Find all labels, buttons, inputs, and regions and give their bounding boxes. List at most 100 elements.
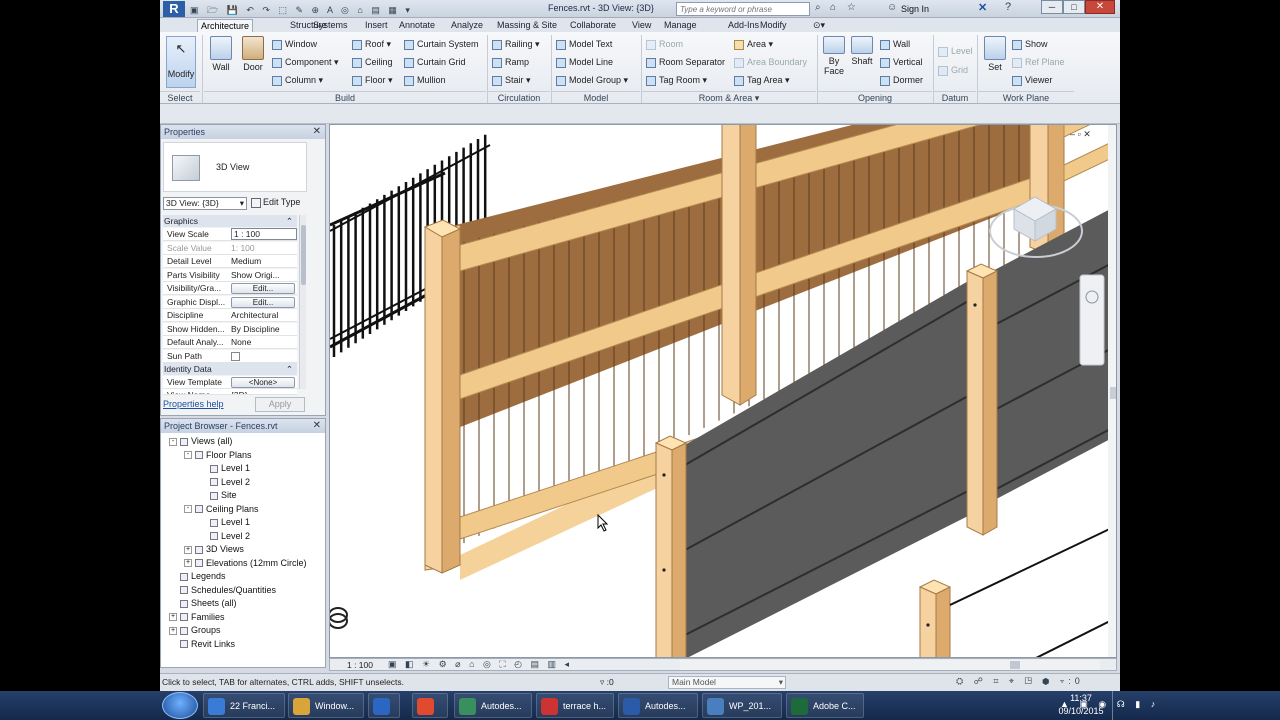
property-row[interactable]: Sun Path xyxy=(163,349,297,363)
ribbon-options-icon[interactable]: ⊙▾ xyxy=(810,19,828,32)
tree-item[interactable]: Legends xyxy=(169,570,226,583)
group-select[interactable]: Select xyxy=(160,91,200,103)
minimize-button[interactable]: ─ xyxy=(1041,0,1063,14)
tree-item[interactable]: Revit Links xyxy=(169,638,235,651)
property-row[interactable]: View Name {3D} xyxy=(163,389,297,395)
tab-collaborate[interactable]: Collaborate xyxy=(567,19,619,32)
ceiling-tool[interactable]: Ceiling xyxy=(352,55,393,69)
model-selector[interactable]: Main Model ▾ xyxy=(668,676,786,689)
search-input[interactable] xyxy=(676,2,810,16)
shaft-tool[interactable]: Shaft xyxy=(849,36,875,66)
collapse-icon[interactable]: - xyxy=(184,505,192,514)
grid-tool[interactable]: Grid xyxy=(938,63,968,77)
fence-model-drawing[interactable]: – ▫ ✕ xyxy=(330,125,1117,658)
quick-access-toolbar[interactable]: ▣ 🗁 💾 ↶ ↷ ⬚ ✎ ⊕ A ◎ ⌂ ▤ ▦ ▾ xyxy=(190,3,520,15)
sign-in-link[interactable]: Sign In xyxy=(901,4,929,14)
property-value[interactable]: 1 : 100 xyxy=(231,228,297,240)
tab-insert[interactable]: Insert xyxy=(362,19,391,32)
view-scale[interactable]: 1 : 100 xyxy=(347,660,373,670)
tab-systems[interactable]: Systems xyxy=(310,19,351,32)
roof-tool[interactable]: Roof ▾ xyxy=(352,37,391,51)
apply-button[interactable]: Apply xyxy=(255,397,305,412)
section-graphics[interactable]: Graphics ⌃ xyxy=(163,215,297,227)
sun-path-checkbox[interactable] xyxy=(231,350,297,363)
exchange-icon[interactable]: ✕ xyxy=(978,1,987,14)
view-template-button[interactable]: <None> xyxy=(231,377,295,388)
taskbar-app-button[interactable]: Adobe C... xyxy=(786,693,864,718)
taskbar-app-button[interactable] xyxy=(368,693,400,718)
tree-item[interactable]: Level 1 xyxy=(199,516,250,529)
ref-plane-tool[interactable]: Ref Plane xyxy=(1012,55,1065,69)
expand-icon[interactable]: + xyxy=(169,626,177,635)
tree-item[interactable]: - Ceiling Plans xyxy=(184,503,259,516)
railing-tool[interactable]: Railing ▾ xyxy=(492,37,540,51)
tree-item[interactable]: - Views (all) xyxy=(169,435,232,448)
curtain-grid-tool[interactable]: Curtain Grid xyxy=(404,55,466,69)
help-icon[interactable]: ? xyxy=(1005,1,1011,13)
expand-icon[interactable]: + xyxy=(169,613,177,622)
vertical-opening-tool[interactable]: Vertical xyxy=(880,55,923,69)
tree-item[interactable]: + Elevations (12mm Circle) xyxy=(184,557,307,570)
close-button[interactable]: ✕ xyxy=(1085,0,1115,14)
modify-tool[interactable]: ↖ Modify xyxy=(166,36,196,88)
taskbar-app-button[interactable]: 22 Franci... xyxy=(203,693,285,718)
window-tool[interactable]: Window xyxy=(272,37,317,51)
collapse-icon[interactable]: - xyxy=(169,437,177,446)
tree-item[interactable]: - Floor Plans xyxy=(184,449,252,462)
show-desktop-button[interactable] xyxy=(1112,691,1120,720)
edit-type-button[interactable]: Edit Type xyxy=(251,197,300,208)
by-face-tool[interactable]: By Face xyxy=(821,36,847,76)
clock-time[interactable]: 11:37 xyxy=(1066,693,1096,703)
tab-manage[interactable]: Manage xyxy=(661,19,700,32)
edit-button[interactable]: Edit... xyxy=(231,296,295,308)
close-icon[interactable]: ✕ xyxy=(313,125,321,139)
mullion-tool[interactable]: Mullion xyxy=(404,73,446,87)
room-tool[interactable]: Room xyxy=(646,37,683,51)
wall-opening-tool[interactable]: Wall xyxy=(880,37,910,51)
close-icon[interactable]: ✕ xyxy=(313,419,321,433)
instance-selector[interactable]: 3D View: {3D} ▾ xyxy=(163,197,247,210)
clock-date[interactable]: 09/10/2015 xyxy=(1056,706,1106,716)
property-row[interactable]: View Template <None> xyxy=(163,376,297,389)
property-row[interactable]: Discipline Architectural xyxy=(163,309,297,322)
model-text-tool[interactable]: Model Text xyxy=(556,37,612,51)
taskbar-app-button[interactable]: Autodes... xyxy=(454,693,532,718)
model-line-tool[interactable]: Model Line xyxy=(556,55,613,69)
taskbar-app-button[interactable] xyxy=(412,693,448,718)
wall-tool[interactable]: Wall xyxy=(207,36,235,72)
expand-icon[interactable]: + xyxy=(184,545,192,554)
tree-item[interactable]: Schedules/Quantities xyxy=(169,584,276,597)
ramp-tool[interactable]: Ramp xyxy=(492,55,529,69)
toolbar-icons[interactable]: ⌂ ☆ xyxy=(830,2,860,13)
collapse-icon[interactable]: ⌃ xyxy=(286,215,293,227)
level-tool[interactable]: Level xyxy=(938,44,973,58)
tree-item[interactable]: Level 1 xyxy=(199,462,250,475)
taskbar-app-button[interactable]: Window... xyxy=(288,693,364,718)
view-control-icons[interactable]: ▣ ◧ ☀ ⚙ ⌀ ⌂ ◎ ⛶ ◴ ▤ ▥ ◂ xyxy=(388,659,572,670)
property-row[interactable]: Scale Value 1: 100 xyxy=(163,241,297,255)
tree-item[interactable]: + Families xyxy=(169,611,225,624)
taskbar-app-button[interactable]: Autodes... xyxy=(618,693,698,718)
start-button[interactable] xyxy=(162,692,198,719)
revit-logo-icon[interactable]: R xyxy=(163,1,185,17)
show-work-plane-tool[interactable]: Show xyxy=(1012,37,1048,51)
status-icons[interactable]: ⛭ ☍ ⌗ ⌖ ◳ ⬢ ▿:0 xyxy=(956,676,1084,687)
search-icon[interactable]: ⌕ xyxy=(815,2,821,13)
tree-item[interactable]: Sheets (all) xyxy=(169,597,237,610)
tab-massing-site[interactable]: Massing & Site xyxy=(494,19,560,32)
dormer-tool[interactable]: Dormer xyxy=(880,73,923,87)
property-row[interactable]: View Scale 1 : 100 xyxy=(163,228,297,241)
tree-item[interactable]: Level 2 xyxy=(199,530,250,543)
3d-view-canvas[interactable]: – ▫ ✕ xyxy=(329,124,1117,658)
component-tool[interactable]: Component ▾ xyxy=(272,55,339,69)
taskbar-app-button[interactable]: WP_201... xyxy=(702,693,782,718)
property-row[interactable]: Default Analy... None xyxy=(163,336,297,349)
type-selector[interactable]: 3D View xyxy=(163,142,307,192)
collapse-icon[interactable]: - xyxy=(184,451,192,460)
column-tool[interactable]: Column ▾ xyxy=(272,73,323,87)
properties-scrollbar[interactable] xyxy=(299,215,306,389)
taskbar-app-button[interactable]: terrace h... xyxy=(536,693,614,718)
tab-analyze[interactable]: Analyze xyxy=(448,19,486,32)
room-separator-tool[interactable]: Room Separator xyxy=(646,55,725,69)
horizontal-scrollbar[interactable] xyxy=(680,660,1100,670)
